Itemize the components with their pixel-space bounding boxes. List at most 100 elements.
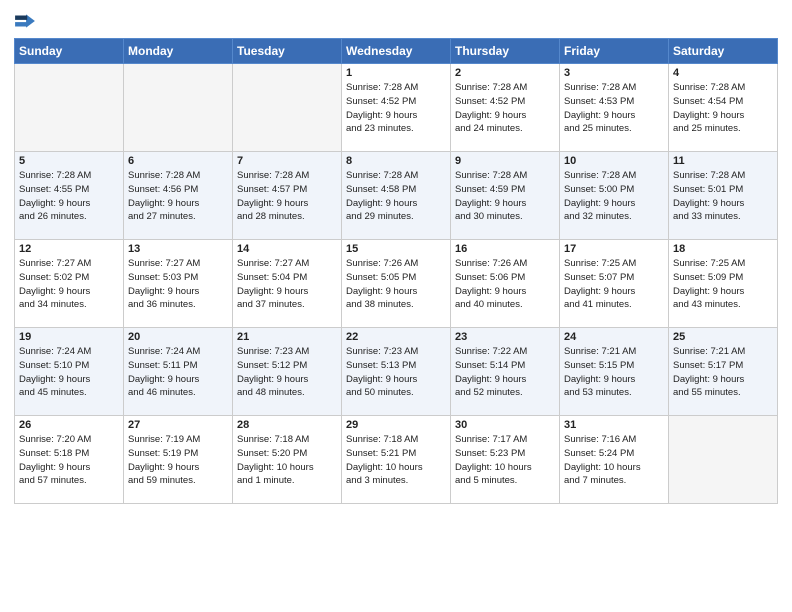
day-number: 26 bbox=[19, 419, 119, 431]
day-info: Sunrise: 7:21 AM Sunset: 5:15 PM Dayligh… bbox=[564, 345, 664, 400]
day-number: 9 bbox=[455, 155, 555, 167]
day-number: 21 bbox=[237, 331, 337, 343]
day-info: Sunrise: 7:27 AM Sunset: 5:04 PM Dayligh… bbox=[237, 257, 337, 312]
day-cell-31: 31Sunrise: 7:16 AM Sunset: 5:24 PM Dayli… bbox=[560, 416, 669, 504]
empty-cell bbox=[233, 64, 342, 152]
day-number: 2 bbox=[455, 67, 555, 79]
day-cell-4: 4Sunrise: 7:28 AM Sunset: 4:54 PM Daylig… bbox=[669, 64, 778, 152]
day-cell-18: 18 Sunrise: 7:25 AM Sunset: 5:09 PM Dayli… bbox=[669, 240, 778, 328]
day-info: Sunrise: 7:24 AM Sunset: 5:10 PM Dayligh… bbox=[19, 345, 119, 400]
day-info: Sunrise: 7:23 AM Sunset: 5:13 PM Dayligh… bbox=[346, 345, 446, 400]
col-header-thursday: Thursday bbox=[451, 39, 560, 64]
day-number: 1 bbox=[346, 67, 446, 79]
day-number: 27 bbox=[128, 419, 228, 431]
day-number: 25 bbox=[673, 331, 773, 343]
day-cell-9: 9 Sunrise: 7:28 AM Sunset: 4:59 PM Daylig… bbox=[451, 152, 560, 240]
day-number: 13 bbox=[128, 243, 228, 255]
empty-cell bbox=[15, 64, 124, 152]
day-cell-19: 19 Sunrise: 7:24 AM Sunset: 5:10 PM Dayli… bbox=[15, 328, 124, 416]
day-info: Sunrise: 7:28 AM Sunset: 4:53 PM Dayligh… bbox=[564, 81, 664, 136]
day-number: 8 bbox=[346, 155, 446, 167]
day-cell-21: 21 Sunrise: 7:23 AM Sunset: 5:12 PM Dayli… bbox=[233, 328, 342, 416]
day-info: Sunrise: 7:28 AM Sunset: 4:52 PM Dayligh… bbox=[455, 81, 555, 136]
day-info: Sunrise: 7:28 AM Sunset: 4:59 PM Dayligh… bbox=[455, 169, 555, 224]
day-number: 20 bbox=[128, 331, 228, 343]
day-cell-6: 6 Sunrise: 7:28 AM Sunset: 4:56 PM Daylig… bbox=[124, 152, 233, 240]
day-info: Sunrise: 7:21 AM Sunset: 5:17 PM Dayligh… bbox=[673, 345, 773, 400]
day-info: Sunrise: 7:17 AM Sunset: 5:23 PM Dayligh… bbox=[455, 433, 555, 488]
day-cell-2: 2 Sunrise: 7:28 AM Sunset: 4:52 PM Daylig… bbox=[451, 64, 560, 152]
day-info: Sunrise: 7:28 AM Sunset: 5:01 PM Dayligh… bbox=[673, 169, 773, 224]
col-header-monday: Monday bbox=[124, 39, 233, 64]
day-number: 23 bbox=[455, 331, 555, 343]
day-info: Sunrise: 7:26 AM Sunset: 5:05 PM Dayligh… bbox=[346, 257, 446, 312]
day-info: Sunrise: 7:27 AM Sunset: 5:03 PM Dayligh… bbox=[128, 257, 228, 312]
day-cell-11: 11Sunrise: 7:28 AM Sunset: 5:01 PM Dayli… bbox=[669, 152, 778, 240]
day-info: Sunrise: 7:28 AM Sunset: 4:55 PM Dayligh… bbox=[19, 169, 119, 224]
day-number: 6 bbox=[128, 155, 228, 167]
day-info: Sunrise: 7:20 AM Sunset: 5:18 PM Dayligh… bbox=[19, 433, 119, 488]
page: SundayMondayTuesdayWednesdayThursdayFrid… bbox=[0, 0, 792, 514]
calendar-table: SundayMondayTuesdayWednesdayThursdayFrid… bbox=[14, 38, 778, 504]
week-row-1: 5 Sunrise: 7:28 AM Sunset: 4:55 PM Daylig… bbox=[15, 152, 778, 240]
week-row-4: 26 Sunrise: 7:20 AM Sunset: 5:18 PM Dayli… bbox=[15, 416, 778, 504]
calendar-header: SundayMondayTuesdayWednesdayThursdayFrid… bbox=[15, 39, 778, 64]
header-row: SundayMondayTuesdayWednesdayThursdayFrid… bbox=[15, 39, 778, 64]
day-info: Sunrise: 7:28 AM Sunset: 4:52 PM Dayligh… bbox=[346, 81, 446, 136]
week-row-2: 12Sunrise: 7:27 AM Sunset: 5:02 PM Dayli… bbox=[15, 240, 778, 328]
day-cell-20: 20 Sunrise: 7:24 AM Sunset: 5:11 PM Dayli… bbox=[124, 328, 233, 416]
day-info: Sunrise: 7:28 AM Sunset: 4:56 PM Dayligh… bbox=[128, 169, 228, 224]
day-number: 5 bbox=[19, 155, 119, 167]
day-cell-13: 13 Sunrise: 7:27 AM Sunset: 5:03 PM Dayli… bbox=[124, 240, 233, 328]
day-info: Sunrise: 7:28 AM Sunset: 5:00 PM Dayligh… bbox=[564, 169, 664, 224]
day-number: 7 bbox=[237, 155, 337, 167]
day-cell-30: 30 Sunrise: 7:17 AM Sunset: 5:23 PM Dayli… bbox=[451, 416, 560, 504]
day-number: 30 bbox=[455, 419, 555, 431]
col-header-sunday: Sunday bbox=[15, 39, 124, 64]
col-header-tuesday: Tuesday bbox=[233, 39, 342, 64]
day-info: Sunrise: 7:27 AM Sunset: 5:02 PM Dayligh… bbox=[19, 257, 119, 312]
week-row-3: 19 Sunrise: 7:24 AM Sunset: 5:10 PM Dayli… bbox=[15, 328, 778, 416]
day-info: Sunrise: 7:25 AM Sunset: 5:09 PM Dayligh… bbox=[673, 257, 773, 312]
day-info: Sunrise: 7:25 AM Sunset: 5:07 PM Dayligh… bbox=[564, 257, 664, 312]
col-header-saturday: Saturday bbox=[669, 39, 778, 64]
day-number: 19 bbox=[19, 331, 119, 343]
day-number: 24 bbox=[564, 331, 664, 343]
day-number: 28 bbox=[237, 419, 337, 431]
day-cell-27: 27 Sunrise: 7:19 AM Sunset: 5:19 PM Dayli… bbox=[124, 416, 233, 504]
day-cell-22: 22 Sunrise: 7:23 AM Sunset: 5:13 PM Dayli… bbox=[342, 328, 451, 416]
day-number: 29 bbox=[346, 419, 446, 431]
day-cell-23: 23 Sunrise: 7:22 AM Sunset: 5:14 PM Dayli… bbox=[451, 328, 560, 416]
day-number: 4 bbox=[673, 67, 773, 79]
day-info: Sunrise: 7:16 AM Sunset: 5:24 PM Dayligh… bbox=[564, 433, 664, 488]
day-info: Sunrise: 7:19 AM Sunset: 5:19 PM Dayligh… bbox=[128, 433, 228, 488]
day-number: 18 bbox=[673, 243, 773, 255]
day-info: Sunrise: 7:24 AM Sunset: 5:11 PM Dayligh… bbox=[128, 345, 228, 400]
day-info: Sunrise: 7:26 AM Sunset: 5:06 PM Dayligh… bbox=[455, 257, 555, 312]
day-info: Sunrise: 7:23 AM Sunset: 5:12 PM Dayligh… bbox=[237, 345, 337, 400]
day-cell-16: 16Sunrise: 7:26 AM Sunset: 5:06 PM Dayli… bbox=[451, 240, 560, 328]
day-cell-14: 14 Sunrise: 7:27 AM Sunset: 5:04 PM Dayli… bbox=[233, 240, 342, 328]
day-info: Sunrise: 7:22 AM Sunset: 5:14 PM Dayligh… bbox=[455, 345, 555, 400]
logo-icon bbox=[14, 10, 36, 32]
day-cell-24: 24 Sunrise: 7:21 AM Sunset: 5:15 PM Dayli… bbox=[560, 328, 669, 416]
day-cell-8: 8Sunrise: 7:28 AM Sunset: 4:58 PM Daylig… bbox=[342, 152, 451, 240]
day-info: Sunrise: 7:18 AM Sunset: 5:21 PM Dayligh… bbox=[346, 433, 446, 488]
empty-cell bbox=[124, 64, 233, 152]
day-number: 14 bbox=[237, 243, 337, 255]
day-cell-26: 26 Sunrise: 7:20 AM Sunset: 5:18 PM Dayli… bbox=[15, 416, 124, 504]
day-cell-1: 1 Sunrise: 7:28 AM Sunset: 4:52 PM Daylig… bbox=[342, 64, 451, 152]
day-cell-28: 28 Sunrise: 7:18 AM Sunset: 5:20 PM Dayli… bbox=[233, 416, 342, 504]
day-cell-12: 12Sunrise: 7:27 AM Sunset: 5:02 PM Dayli… bbox=[15, 240, 124, 328]
logo bbox=[14, 10, 38, 32]
day-cell-25: 25 Sunrise: 7:21 AM Sunset: 5:17 PM Dayli… bbox=[669, 328, 778, 416]
col-header-wednesday: Wednesday bbox=[342, 39, 451, 64]
header bbox=[14, 10, 778, 32]
day-info: Sunrise: 7:18 AM Sunset: 5:20 PM Dayligh… bbox=[237, 433, 337, 488]
day-cell-7: 7Sunrise: 7:28 AM Sunset: 4:57 PM Daylig… bbox=[233, 152, 342, 240]
day-cell-5: 5 Sunrise: 7:28 AM Sunset: 4:55 PM Daylig… bbox=[15, 152, 124, 240]
day-cell-10: 10 Sunrise: 7:28 AM Sunset: 5:00 PM Dayli… bbox=[560, 152, 669, 240]
day-number: 22 bbox=[346, 331, 446, 343]
day-cell-15: 15Sunrise: 7:26 AM Sunset: 5:05 PM Dayli… bbox=[342, 240, 451, 328]
day-number: 10 bbox=[564, 155, 664, 167]
